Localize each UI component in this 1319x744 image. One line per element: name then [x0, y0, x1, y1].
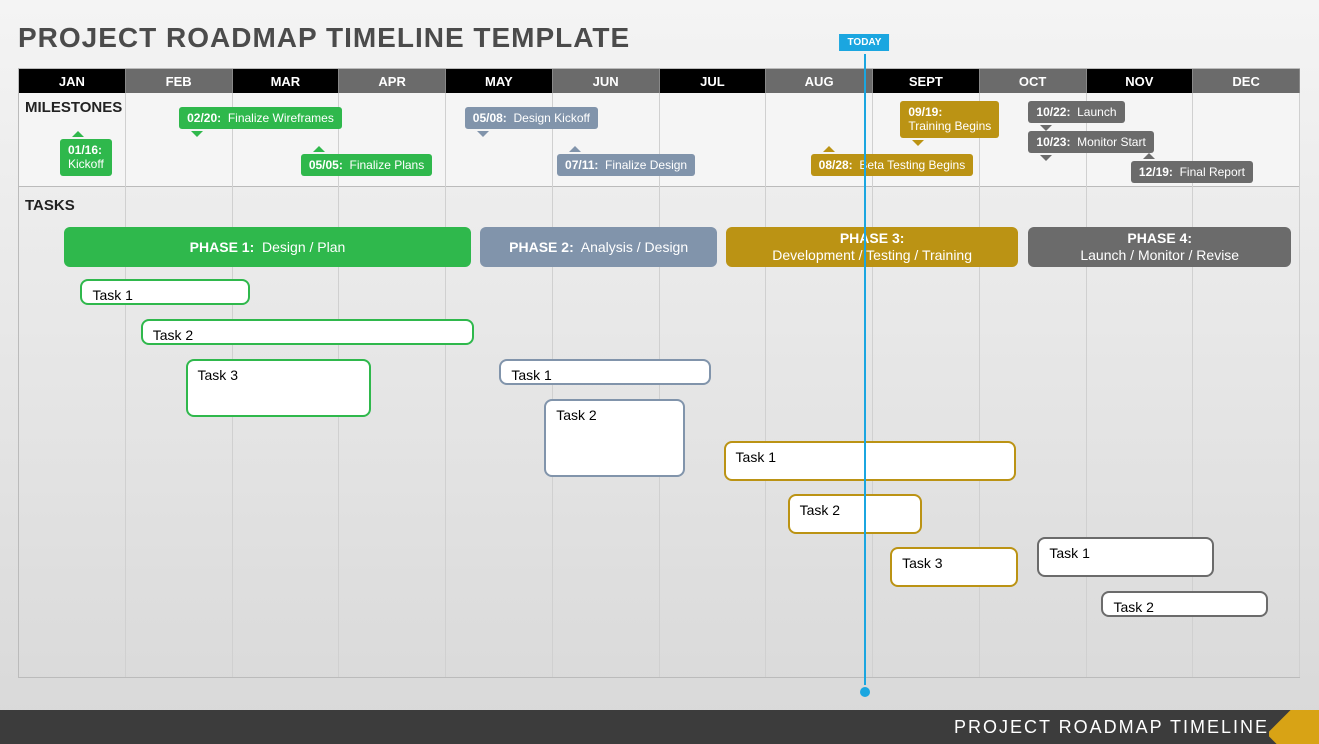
month-header: JUL — [660, 69, 767, 93]
milestone[interactable]: 09/19:Training Begins — [900, 101, 999, 138]
grid-column — [873, 93, 980, 677]
milestone[interactable]: 10/22: Launch — [1028, 101, 1124, 123]
task-bar[interactable]: Task 1 — [80, 279, 249, 305]
month-header: JUN — [553, 69, 660, 93]
page-title: PROJECT ROADMAP TIMELINE TEMPLATE — [18, 22, 630, 54]
month-header: JAN — [19, 69, 126, 93]
grid-column — [766, 93, 873, 677]
grid-column — [19, 93, 126, 677]
month-header: SEPT — [873, 69, 980, 93]
footer-accent-icon — [1269, 710, 1319, 744]
month-header: OCT — [980, 69, 1087, 93]
task-bar[interactable]: Task 3 — [186, 359, 372, 417]
task-bar[interactable]: Task 2 — [544, 399, 685, 477]
grid-column — [980, 93, 1087, 677]
task-bar[interactable]: Task 1 — [1037, 537, 1214, 577]
milestone[interactable]: 12/19: Final Report — [1131, 161, 1253, 183]
milestone[interactable]: 08/28: Beta Testing Begins — [811, 154, 974, 176]
task-bar[interactable]: Task 2 — [1101, 591, 1268, 617]
month-header-row: JANFEBMARAPRMAYJUNJULAUGSEPTOCTNOVDEC — [19, 69, 1300, 93]
task-bar[interactable]: Task 2 — [141, 319, 474, 345]
section-label-milestones: MILESTONES — [25, 99, 122, 116]
month-header: NOV — [1087, 69, 1194, 93]
phase-bar[interactable]: PHASE 2: Analysis / Design — [480, 227, 717, 267]
today-dot-icon — [860, 687, 870, 697]
task-bar[interactable]: Task 3 — [890, 547, 1018, 587]
today-marker: TODAY — [864, 54, 866, 685]
month-header: APR — [339, 69, 446, 93]
task-bar[interactable]: Task 1 — [724, 441, 1016, 481]
grid-column — [446, 93, 553, 677]
milestone[interactable]: 05/05: Finalize Plans — [301, 154, 432, 176]
footer-title: PROJECT ROADMAP TIMELINE — [954, 717, 1269, 738]
month-header: FEB — [126, 69, 233, 93]
phase-bar[interactable]: PHASE 3:Development / Testing / Training — [726, 227, 1018, 267]
month-header: MAY — [446, 69, 553, 93]
section-label-tasks: TASKS — [25, 197, 75, 214]
grid-column — [660, 93, 767, 677]
timeline-chart: JANFEBMARAPRMAYJUNJULAUGSEPTOCTNOVDEC MI… — [18, 68, 1300, 678]
milestone[interactable]: 05/08: Design Kickoff — [465, 107, 598, 129]
task-bar[interactable]: Task 2 — [788, 494, 923, 534]
phase-bar[interactable]: PHASE 1: Design / Plan — [64, 227, 471, 267]
month-header: MAR — [233, 69, 340, 93]
footer-bar: PROJECT ROADMAP TIMELINE — [0, 710, 1319, 744]
month-header: AUG — [766, 69, 873, 93]
phase-bar[interactable]: PHASE 4:Launch / Monitor / Revise — [1028, 227, 1291, 267]
today-label: TODAY — [840, 34, 890, 51]
task-bar[interactable]: Task 1 — [499, 359, 710, 385]
grid-column — [553, 93, 660, 677]
milestone[interactable]: 07/11: Finalize Design — [557, 154, 695, 176]
month-header: DEC — [1193, 69, 1300, 93]
milestone[interactable]: 02/20: Finalize Wireframes — [179, 107, 342, 129]
milestone[interactable]: 10/23: Monitor Start — [1028, 131, 1153, 153]
milestone[interactable]: 01/16:Kickoff — [60, 139, 112, 176]
